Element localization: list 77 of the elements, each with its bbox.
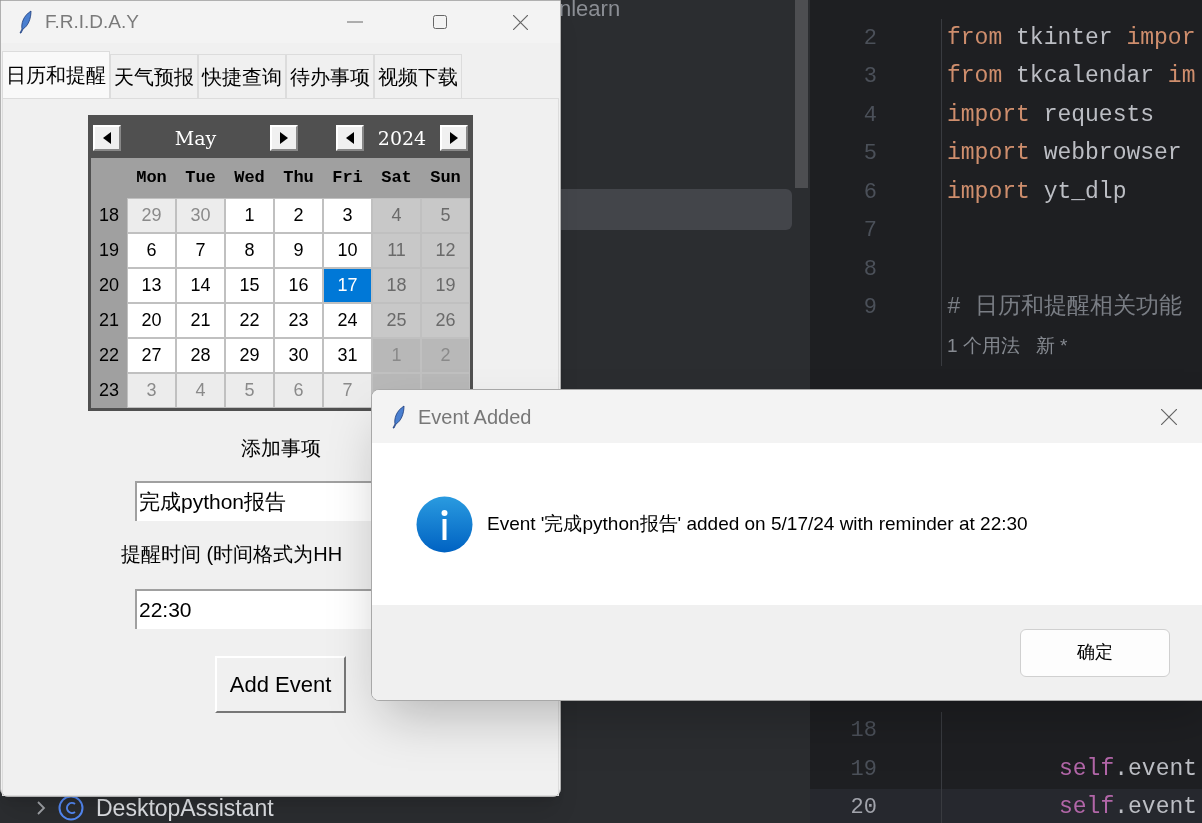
month-label: May	[173, 125, 218, 151]
feather-icon	[392, 404, 406, 429]
day-cell[interactable]: 17	[323, 268, 372, 303]
day-cell[interactable]: 28	[176, 338, 225, 373]
week-number: 20	[98, 274, 120, 297]
day-cell[interactable]: 20	[127, 303, 176, 338]
weekday-header: Tue	[184, 167, 217, 190]
day-cell[interactable]: 6	[127, 233, 176, 268]
year-label: 2024	[376, 125, 428, 151]
day-cell[interactable]: 29	[225, 338, 274, 373]
day-cell[interactable]: 1	[225, 198, 274, 233]
next-button[interactable]	[440, 125, 468, 151]
week-number: 18	[98, 204, 120, 227]
next-button[interactable]	[270, 125, 298, 151]
line-number: 20	[850, 794, 877, 823]
day-cell[interactable]: 14	[176, 268, 225, 303]
field-label: 添加事项	[240, 436, 321, 461]
code-line: from tkinter impor	[946, 26, 1196, 50]
day-cell[interactable]: 21	[176, 303, 225, 338]
previous-button[interactable]	[93, 125, 121, 151]
feather-icon	[19, 10, 33, 34]
day-cell[interactable]: 31	[323, 338, 372, 373]
usage-hint: 1 个用法 新 *	[946, 334, 1068, 358]
day-cell[interactable]: 22	[225, 303, 274, 338]
day-cell[interactable]: 2	[274, 198, 323, 233]
day-cell[interactable]: 10	[323, 233, 372, 268]
weekday-header: Fri	[331, 167, 364, 190]
code-line: from tkcalendar im	[946, 65, 1196, 89]
tree-item[interactable]: nlearn	[559, 0, 792, 25]
week-number: 21	[98, 309, 120, 332]
weekday-header: Mon	[135, 167, 168, 190]
code-line: import requests	[946, 103, 1155, 127]
day-cell[interactable]: 13	[127, 268, 176, 303]
day-cell[interactable]: 7	[176, 233, 225, 268]
day-cell[interactable]: 16	[274, 268, 323, 303]
right-triangle-icon	[280, 132, 288, 144]
add-event-button[interactable]: Add Event	[215, 656, 346, 713]
class-icon	[58, 795, 84, 821]
day-cell[interactable]: 23	[274, 303, 323, 338]
dialog-message: Event '完成python报告' added on 5/17/24 with reminder at 22:30	[487, 511, 1028, 536]
tab[interactable]: 天气预报	[110, 54, 198, 98]
week-number: 22	[98, 344, 120, 367]
code-line: self.event	[1058, 757, 1198, 781]
tab[interactable]: 视频下载	[374, 54, 462, 98]
info-icon	[416, 495, 473, 553]
left-triangle-icon	[103, 132, 111, 144]
weekday-header: Thu	[282, 167, 315, 190]
code-line: self.event	[1058, 796, 1198, 820]
tab[interactable]: 快捷查询	[198, 54, 286, 98]
weekday-header: Sat	[380, 167, 413, 190]
weekday-header: Wed	[233, 167, 266, 190]
day-cell[interactable]: 30	[274, 338, 323, 373]
tree-item[interactable]: DesktopAssistant	[36, 793, 274, 823]
tab[interactable]: 日历和提醒	[2, 51, 110, 98]
week-number: 19	[98, 239, 120, 262]
close-icon[interactable]	[513, 14, 528, 30]
week-number: 23	[98, 379, 120, 402]
close-icon[interactable]	[1161, 408, 1177, 425]
maximize-icon[interactable]	[433, 15, 447, 29]
day-cell[interactable]: 9	[274, 233, 323, 268]
window-title: F.R.I.D.A.Y	[45, 9, 139, 34]
left-triangle-icon	[346, 132, 354, 144]
code-line: import yt_dlp	[946, 180, 1127, 204]
weekday-header: Sun	[429, 167, 462, 190]
day-cell[interactable]: 27	[127, 338, 176, 373]
day-cell[interactable]: 24	[323, 303, 372, 338]
right-triangle-icon	[450, 132, 458, 144]
code-line: # 日历和提醒相关功能	[946, 296, 1182, 320]
field-label: 提醒时间 (时间格式为HH	[120, 542, 343, 567]
dialog-title: Event Added	[418, 404, 532, 430]
previous-button[interactable]	[336, 125, 364, 151]
code-line: import webbrowser	[946, 142, 1182, 166]
day-cell[interactable]: 15	[225, 268, 274, 303]
day-cell[interactable]: 8	[225, 233, 274, 268]
day-cell[interactable]: 3	[323, 198, 372, 233]
ok-button[interactable]: 确定	[1020, 628, 1170, 677]
tab[interactable]: 待办事项	[286, 54, 374, 98]
